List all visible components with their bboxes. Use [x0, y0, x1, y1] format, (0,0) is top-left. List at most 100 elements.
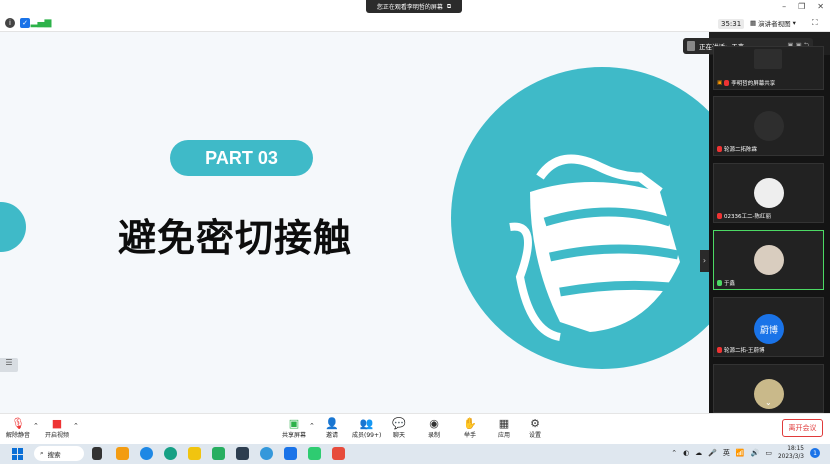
share-screen-icon: ▣ [288, 417, 300, 430]
meeting-top-bar: 您正在观看李明哲的屏幕 ⧉ i ✓ ▂▄▆ 35:31 ▦ 演讲者视图 ▾ ⛶ … [0, 0, 830, 32]
participant-name-row: 轮源二拓-王蔚博 [717, 346, 765, 354]
clock-time: 18:15 [787, 446, 804, 452]
notification-badge[interactable]: 1 [810, 448, 820, 458]
unmute-button[interactable]: 🎙 解除静音 [6, 417, 30, 439]
raise-hand-button[interactable]: ✋ 举手 [463, 417, 477, 439]
chevron-down-icon[interactable]: ⌄ [765, 398, 772, 407]
settings-button[interactable]: ⚙ 设置 [528, 417, 542, 439]
close-icon[interactable]: ✕ [817, 2, 824, 11]
chevron-right-icon[interactable]: › [700, 250, 709, 272]
shared-screen: PART 03 避免密切接触 ☰ › [0, 32, 709, 413]
participant-name-row: ▣ 李明哲的屏幕共享 [717, 79, 775, 87]
window-controls: – ❐ ✕ [782, 2, 824, 11]
viewing-banner-text: 您正在观看李明哲的屏幕 [376, 4, 443, 11]
meeting-toolbar: 🎙 解除静音 ⌃ ■ 开启视频 ⌃ ▣ 共享屏幕 ⌃ 👤 邀请 👥 成员(99+… [0, 413, 830, 444]
battery-icon[interactable]: ▭ [765, 449, 772, 457]
chevron-down-icon: ▾ [792, 19, 796, 27]
minimize-icon[interactable]: – [782, 2, 786, 11]
share-screen-icon: ▣ [717, 80, 723, 86]
app-icon[interactable] [116, 447, 129, 460]
members-button[interactable]: 👥 成员(99+) [352, 417, 381, 439]
hand-icon: ✋ [463, 417, 477, 430]
participant-name-row: 于鑫 [717, 279, 735, 287]
gear-icon: ⚙ [530, 417, 540, 430]
mic-muted-icon: 🎙 [11, 417, 25, 430]
record-button[interactable]: ◉ 录制 [427, 417, 441, 439]
task-view-icon[interactable] [92, 447, 102, 460]
taskbar-search[interactable]: ⌕ 搜索 [34, 446, 84, 461]
participant-name: 轮源二拓陈霖 [724, 147, 758, 153]
volume-icon[interactable]: 🔊 [751, 449, 760, 457]
app-icon[interactable] [260, 447, 273, 460]
unmute-label: 解除静音 [6, 432, 31, 439]
search-icon: ⌕ [40, 449, 44, 457]
chevron-up-icon[interactable]: ⌃ [309, 422, 315, 430]
share-screen-button[interactable]: ▣ 共享屏幕 [282, 417, 306, 439]
participant-gallery: ▣ 李明哲的屏幕共享 轮源二拓陈霖 02336工二-陈红丽 于鑫 蔚博 轮源二拓… [709, 46, 830, 413]
store-icon[interactable] [236, 447, 249, 460]
participant-name: 02336工二-陈红丽 [724, 214, 771, 220]
cloud-icon[interactable]: ☁ [695, 449, 702, 457]
chevron-up-icon[interactable]: ⌃ [73, 422, 79, 430]
microphone-icon[interactable]: 🎤 [708, 449, 717, 457]
app-icon[interactable] [212, 447, 225, 460]
ime-indicator[interactable]: 英 [723, 448, 730, 458]
fullscreen-icon[interactable]: ⛶ [812, 18, 818, 28]
chevron-up-icon[interactable]: ⌃ [33, 422, 39, 430]
apps-button[interactable]: ▦ 应用 [497, 417, 511, 439]
chat-button[interactable]: 💬 聊天 [392, 417, 406, 439]
wifi-icon[interactable]: 📶 [736, 449, 745, 457]
viewing-banner[interactable]: 您正在观看李明哲的屏幕 ⧉ [366, 0, 462, 13]
signal-icon[interactable]: ▂▄▆ [31, 18, 52, 28]
participant-tile[interactable]: 轮源二拓陈霖 [713, 96, 824, 156]
slide-menu-icon[interactable]: ☰ [0, 358, 18, 372]
video-off-icon: ■ [51, 417, 63, 430]
settings-label: 设置 [528, 432, 541, 439]
chat-icon: 💬 [392, 417, 406, 430]
edge-icon[interactable] [140, 447, 153, 460]
decorative-circle-left [0, 202, 26, 252]
part-label: PART 03 [170, 140, 313, 176]
meeting-timer: 35:31 [718, 19, 745, 29]
view-toggle-label: 演讲者视图 [758, 20, 791, 28]
search-label: 搜索 [47, 450, 61, 459]
meeting-app-icon[interactable] [284, 447, 297, 460]
mic-active-icon [717, 280, 722, 286]
participant-tile[interactable]: ▣ 李明哲的屏幕共享 [713, 46, 824, 90]
restore-icon[interactable]: ❐ [798, 2, 805, 11]
slide-title: 避免密切接触 [118, 216, 353, 260]
participant-tile[interactable]: 02336工二-陈红丽 [713, 163, 824, 223]
invite-button[interactable]: 👤 邀请 [325, 417, 339, 439]
grid-view-icon: ▦ [750, 19, 757, 27]
chevron-up-icon[interactable]: ⌃ [671, 449, 677, 457]
record-label: 录制 [427, 432, 440, 439]
participant-name: 于鑫 [724, 281, 736, 287]
shield-icon[interactable]: ✓ [20, 18, 30, 28]
participant-name-row: 轮源二拓陈霖 [717, 145, 757, 153]
window-icon[interactable]: ⧉ [447, 3, 451, 11]
app-icon[interactable] [332, 447, 345, 460]
participant-photo [754, 111, 784, 141]
browser-icon[interactable] [164, 447, 177, 460]
participant-photo [754, 178, 784, 208]
leave-meeting-button[interactable]: 离开会议 [782, 419, 823, 437]
participant-photo [754, 245, 784, 275]
folder-icon[interactable] [188, 447, 201, 460]
clock[interactable]: 18:15 2023/3/3 [778, 445, 804, 461]
info-icon[interactable]: i [5, 18, 15, 28]
app-tray-icon[interactable]: ◐ [683, 449, 689, 457]
participant-tile[interactable]: 蔚博 轮源二拓-王蔚博 [713, 297, 824, 357]
windows-start-icon[interactable] [12, 448, 24, 460]
chat-label: 聊天 [392, 432, 405, 439]
start-video-button[interactable]: ■ 开启视频 [45, 417, 69, 439]
members-label: 成员(99+) [352, 432, 382, 439]
raise-hand-label: 举手 [463, 432, 476, 439]
view-toggle[interactable]: ▦ 演讲者视图 ▾ [750, 18, 796, 28]
participant-tile-speaking[interactable]: 于鑫 [713, 230, 824, 290]
mask-illustration [509, 154, 680, 341]
system-tray: ⌃ ◐ ☁ 🎤 英 📶 🔊 ▭ 18:15 2023/3/3 1 [671, 445, 820, 461]
start-video-label: 开启视频 [45, 432, 70, 439]
participant-name-row: 02336工二-陈红丽 [717, 212, 771, 220]
clock-date: 2023/3/3 [777, 454, 804, 460]
wechat-icon[interactable] [308, 447, 321, 460]
